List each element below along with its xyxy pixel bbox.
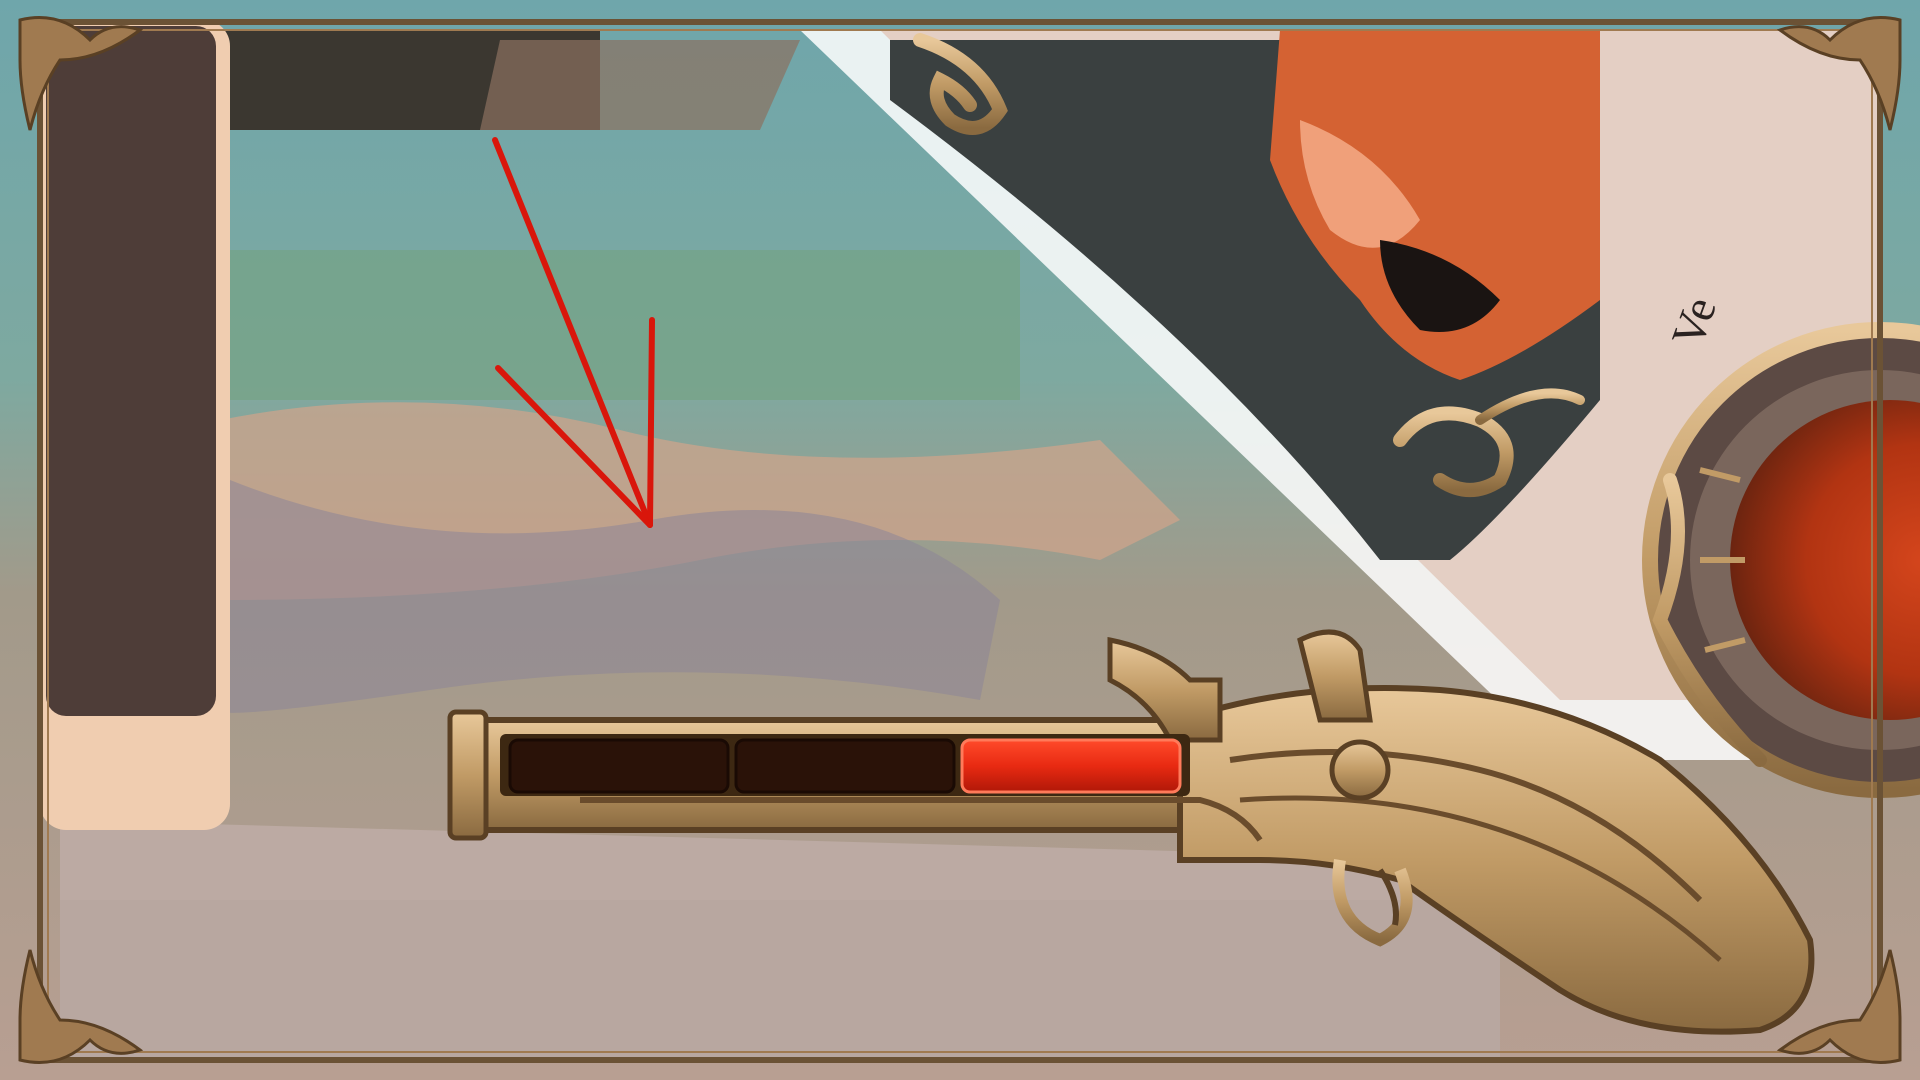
game-scene: Ve xyxy=(0,0,1920,1080)
ammo-segment-empty xyxy=(508,738,730,794)
ammo-segments xyxy=(508,738,1182,794)
ammo-segment-empty xyxy=(734,738,956,794)
left-side-panel xyxy=(40,20,230,830)
ammo-segment-filled xyxy=(960,738,1182,794)
